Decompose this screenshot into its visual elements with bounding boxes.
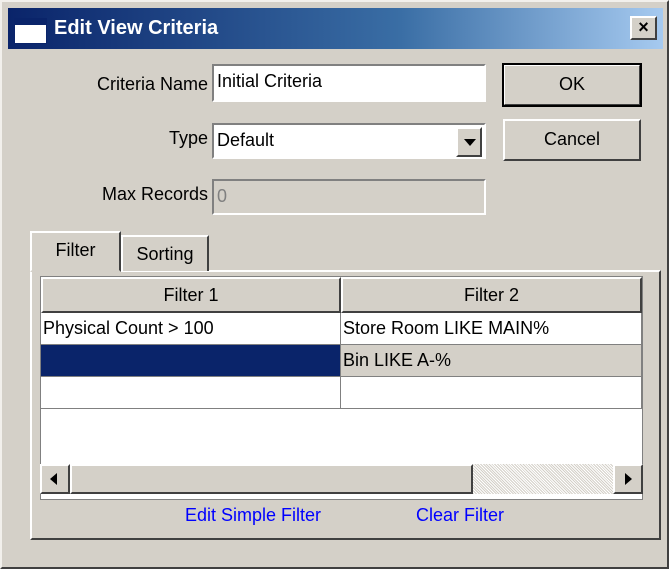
column-header-filter-2[interactable]: Filter 2 bbox=[341, 277, 642, 313]
type-select[interactable]: Default bbox=[212, 123, 486, 159]
arrow-left-icon bbox=[50, 473, 57, 485]
column-header-filter-1[interactable]: Filter 1 bbox=[41, 277, 341, 313]
arrow-right-icon bbox=[625, 473, 632, 485]
tab-filter[interactable]: Filter bbox=[30, 231, 121, 272]
chevron-down-icon bbox=[464, 139, 476, 146]
max-records-label: Max Records bbox=[101, 184, 208, 204]
tab-sorting[interactable]: Sorting bbox=[121, 235, 209, 271]
cancel-button[interactable]: Cancel bbox=[503, 119, 641, 161]
max-records-input: 0 bbox=[212, 179, 486, 215]
scrollbar-thumb[interactable] bbox=[70, 464, 473, 494]
window-title: Edit View Criteria bbox=[54, 17, 219, 39]
table-cell[interactable]: Bin LIKE A-% bbox=[341, 345, 642, 377]
scrollbar-track[interactable] bbox=[473, 464, 613, 494]
table-cell[interactable]: Physical Count > 100 bbox=[41, 313, 341, 345]
type-label: Type bbox=[168, 128, 208, 148]
clear-filter-link[interactable]: Clear Filter bbox=[416, 505, 504, 526]
table-cell[interactable] bbox=[41, 377, 341, 409]
type-value: Default bbox=[217, 130, 275, 150]
edit-view-criteria-dialog: Edit View Criteria × Criteria Name Initi… bbox=[0, 0, 669, 569]
criteria-name-input[interactable]: Initial Criteria bbox=[212, 64, 486, 102]
scroll-right-button[interactable] bbox=[613, 464, 643, 494]
close-button[interactable]: × bbox=[630, 16, 657, 40]
dropdown-arrow-button[interactable] bbox=[456, 127, 482, 157]
horizontal-scrollbar[interactable] bbox=[40, 464, 643, 494]
scroll-left-button[interactable] bbox=[40, 464, 70, 494]
ok-button[interactable]: OK bbox=[502, 63, 642, 107]
close-icon: × bbox=[638, 17, 649, 37]
selected-table-cell[interactable] bbox=[41, 345, 341, 377]
table-cell[interactable]: Store Room LIKE MAIN% bbox=[341, 313, 642, 345]
criteria-name-label: Criteria Name bbox=[96, 74, 208, 94]
table-cell[interactable] bbox=[341, 377, 642, 409]
edit-simple-filter-link[interactable]: Edit Simple Filter bbox=[185, 505, 321, 526]
window-icon bbox=[14, 18, 47, 44]
title-bar[interactable]: Edit View Criteria × bbox=[8, 8, 663, 49]
